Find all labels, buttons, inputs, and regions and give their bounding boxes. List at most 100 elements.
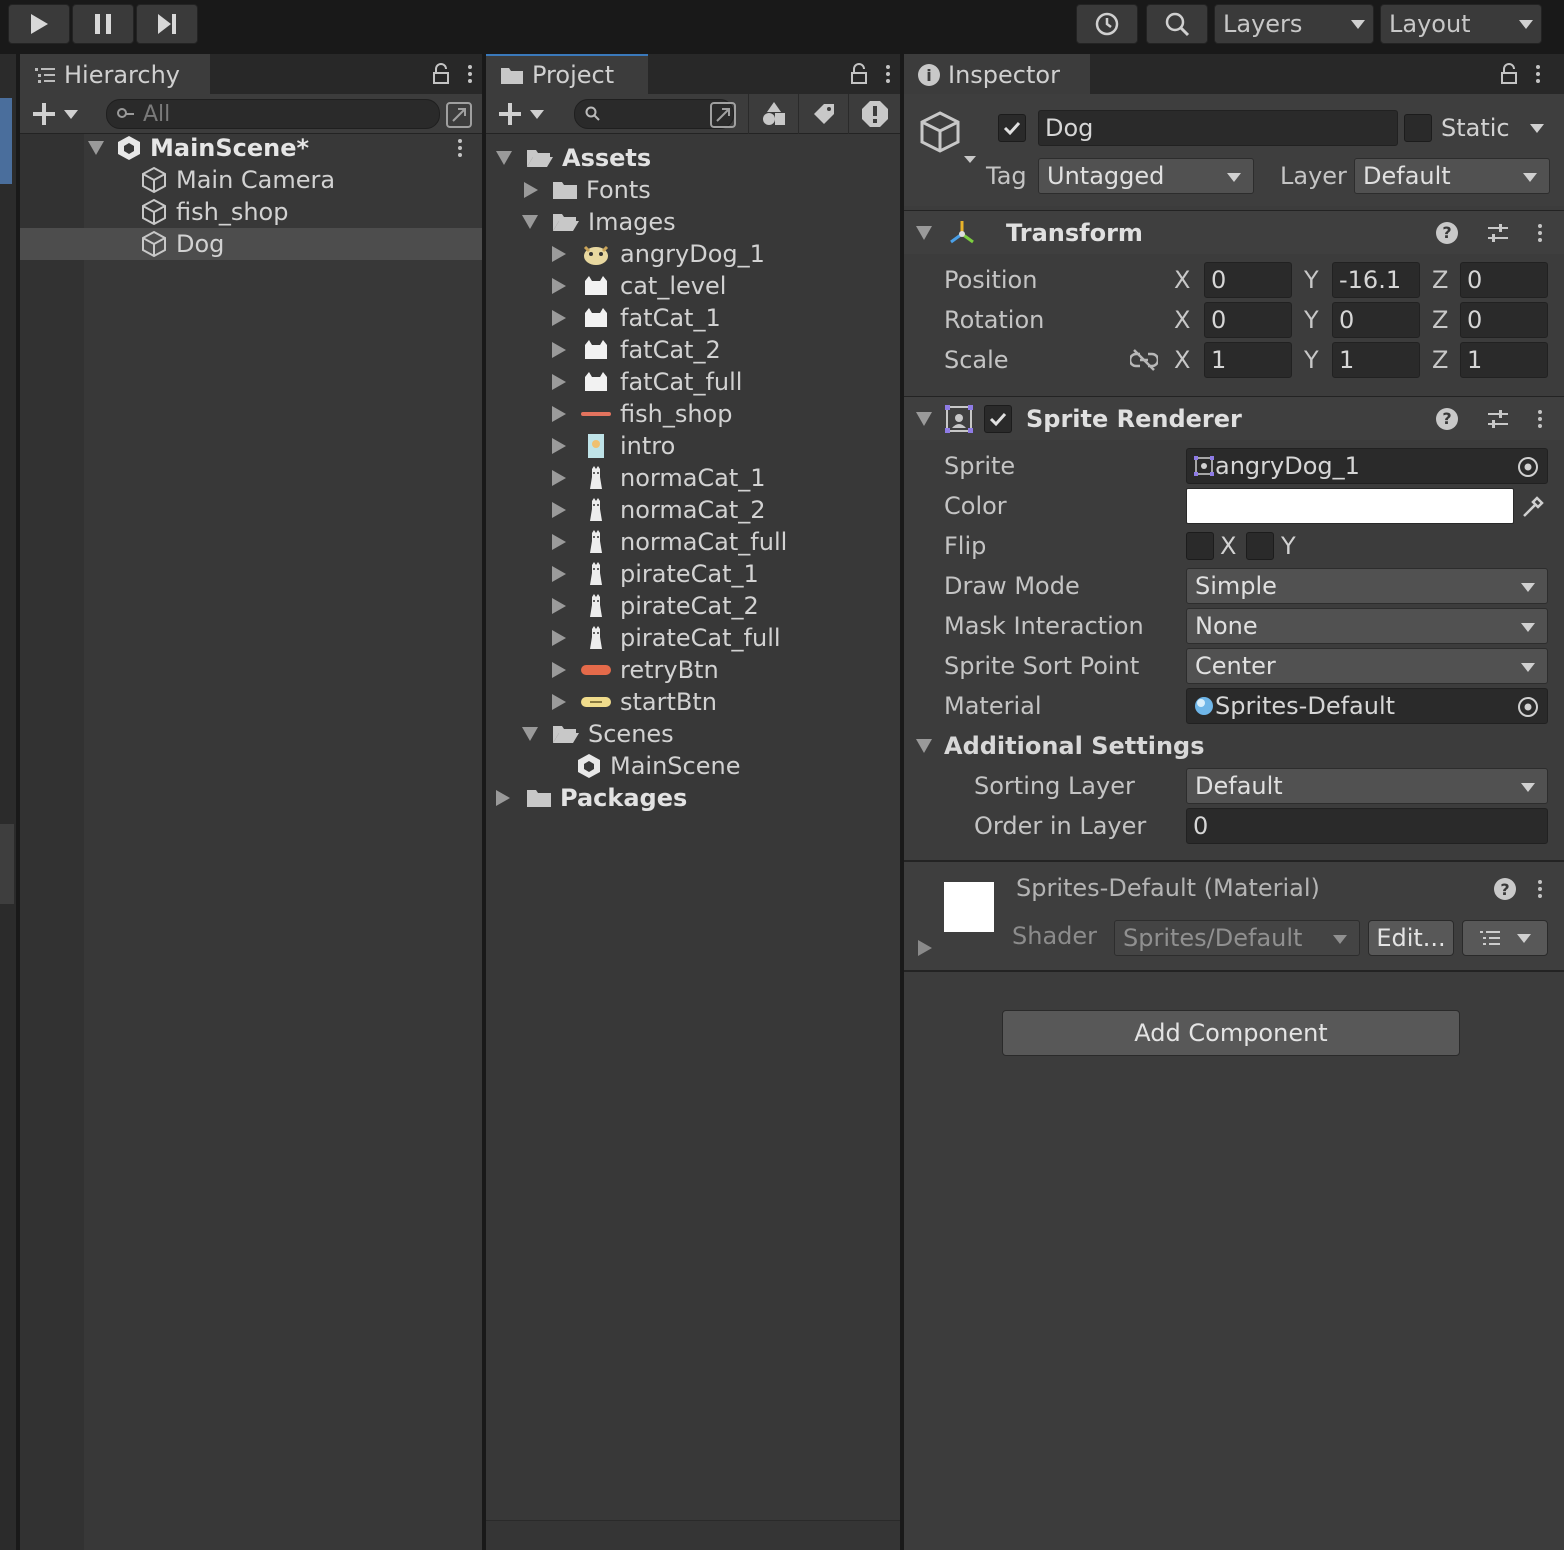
- color-swatch[interactable]: [1186, 488, 1514, 524]
- tab-hierarchy[interactable]: Hierarchy: [20, 54, 210, 94]
- shader-dropdown[interactable]: Sprites/Default: [1114, 920, 1360, 956]
- sorting-layer-dropdown[interactable]: Default: [1186, 768, 1548, 804]
- layout-dropdown[interactable]: Layout: [1380, 4, 1542, 44]
- expand-arrow-icon[interactable]: [552, 598, 566, 614]
- position-z-field[interactable]: 0: [1460, 262, 1548, 298]
- transform-header[interactable]: Transform ?: [904, 210, 1564, 254]
- expand-arrow-icon[interactable]: [522, 727, 538, 741]
- folder-images[interactable]: Images: [522, 206, 676, 238]
- static-dropdown-icon[interactable]: [1530, 124, 1544, 133]
- scene-visibility-icon[interactable]: [446, 102, 472, 128]
- image-asset-angrydog-1[interactable]: angryDog_1: [552, 238, 765, 270]
- create-asset-dropdown[interactable]: [498, 102, 544, 126]
- sprite-renderer-enabled-checkbox[interactable]: [984, 404, 1012, 433]
- more-options-icon[interactable]: [886, 65, 890, 83]
- expand-arrow-icon[interactable]: [552, 278, 566, 294]
- draw-mode-dropdown[interactable]: Simple: [1186, 568, 1548, 604]
- hierarchy-item-main-camera[interactable]: Main Camera: [20, 164, 482, 196]
- image-asset-fatcat-1[interactable]: fatCat_1: [552, 302, 721, 334]
- shader-edit-button[interactable]: Edit...: [1368, 920, 1454, 956]
- expand-arrow-icon[interactable]: [522, 215, 538, 229]
- side-collapsed-tab[interactable]: [0, 824, 14, 904]
- lock-icon[interactable]: [1500, 63, 1518, 85]
- expand-arrow-icon[interactable]: [552, 534, 566, 550]
- material-foldout-arrow-icon[interactable]: [918, 940, 932, 956]
- flip-x-checkbox[interactable]: [1186, 532, 1214, 560]
- expand-arrow-icon[interactable]: [552, 310, 566, 326]
- image-asset-piratecat-2[interactable]: pirateCat_2: [552, 590, 759, 622]
- order-in-layer-field[interactable]: 0: [1186, 808, 1548, 844]
- lock-icon[interactable]: [432, 63, 450, 85]
- sprite-renderer-header[interactable]: Sprite Renderer ?: [904, 396, 1564, 440]
- more-options-icon[interactable]: [1538, 409, 1542, 428]
- search-button[interactable]: [1146, 4, 1208, 44]
- image-asset-fish-shop[interactable]: fish_shop: [552, 398, 732, 430]
- expand-arrow-icon[interactable]: [552, 630, 566, 646]
- tag-dropdown[interactable]: Untagged: [1038, 158, 1254, 194]
- help-icon[interactable]: ?: [1436, 407, 1458, 430]
- expand-arrow-icon[interactable]: [552, 246, 566, 262]
- tab-project[interactable]: Project: [486, 54, 648, 94]
- expand-arrow-icon[interactable]: [552, 662, 566, 678]
- gameobject-cube-icon[interactable]: [918, 110, 978, 166]
- image-asset-normacat-1[interactable]: normaCat_1: [552, 462, 766, 494]
- image-asset-piratecat-full[interactable]: pirateCat_full: [552, 622, 781, 654]
- sprite-sort-point-dropdown[interactable]: Center: [1186, 648, 1548, 684]
- expand-arrow-icon[interactable]: [552, 374, 566, 390]
- mask-interaction-dropdown[interactable]: None: [1186, 608, 1548, 644]
- folder-scenes[interactable]: Scenes: [522, 718, 674, 750]
- static-checkbox[interactable]: [1404, 114, 1432, 142]
- expand-arrow-icon[interactable]: [552, 502, 566, 518]
- scene-row[interactable]: MainScene*: [20, 132, 482, 164]
- more-options-icon[interactable]: [1538, 223, 1542, 242]
- folder-packages[interactable]: Packages: [496, 782, 687, 814]
- tab-inspector[interactable]: i Inspector: [904, 54, 1090, 94]
- expand-arrow-icon[interactable]: [552, 438, 566, 454]
- material-object-field[interactable]: Sprites-Default: [1186, 688, 1548, 724]
- hierarchy-item-dog[interactable]: Dog: [20, 228, 482, 260]
- step-button[interactable]: [136, 4, 198, 44]
- expand-arrow-icon[interactable]: [552, 470, 566, 486]
- expand-arrow-icon[interactable]: [524, 182, 538, 198]
- shader-options-dropdown[interactable]: [1462, 920, 1548, 956]
- expand-arrow-icon[interactable]: [552, 406, 566, 422]
- foldout-arrow-icon[interactable]: [916, 225, 932, 240]
- pause-button[interactable]: [72, 4, 134, 44]
- image-asset-intro[interactable]: intro: [552, 430, 675, 462]
- image-asset-piratecat-1[interactable]: pirateCat_1: [552, 558, 759, 590]
- expand-arrow-icon[interactable]: [552, 342, 566, 358]
- more-options-icon[interactable]: [468, 65, 472, 83]
- position-y-field[interactable]: -16.1: [1332, 262, 1420, 298]
- folder-assets[interactable]: Assets: [496, 142, 651, 174]
- image-asset-fatcat-2[interactable]: fatCat_2: [552, 334, 721, 366]
- scene-visibility-icon[interactable]: [710, 102, 736, 128]
- constrain-proportions-icon[interactable]: [1130, 348, 1158, 372]
- search-by-type-button[interactable]: [748, 94, 798, 134]
- scale-y-field[interactable]: 1: [1332, 342, 1420, 378]
- object-name-field[interactable]: Dog: [1038, 110, 1398, 146]
- scale-z-field[interactable]: 1: [1460, 342, 1548, 378]
- position-x-field[interactable]: 0: [1204, 262, 1292, 298]
- create-dropdown[interactable]: [32, 102, 78, 126]
- more-options-icon[interactable]: [1536, 65, 1540, 83]
- scale-x-field[interactable]: 1: [1204, 342, 1292, 378]
- foldout-arrow-icon[interactable]: [916, 411, 932, 426]
- active-checkbox[interactable]: [998, 114, 1026, 142]
- image-asset-normacat-2[interactable]: normaCat_2: [552, 494, 766, 526]
- object-picker-icon[interactable]: [1517, 696, 1539, 718]
- play-button[interactable]: [8, 4, 70, 44]
- hierarchy-item-fish-shop[interactable]: fish_shop: [20, 196, 482, 228]
- presets-icon[interactable]: [1486, 408, 1510, 430]
- rotation-x-field[interactable]: 0: [1204, 302, 1292, 338]
- add-component-button[interactable]: Add Component: [1002, 1010, 1460, 1056]
- sprite-object-field[interactable]: angryDog_1: [1186, 448, 1548, 484]
- expand-arrow-icon[interactable]: [496, 151, 512, 165]
- scene-more-icon[interactable]: [458, 139, 462, 157]
- folder-fonts[interactable]: Fonts: [524, 174, 651, 206]
- history-button[interactable]: [1076, 4, 1138, 44]
- image-asset-cat-level[interactable]: cat_level: [552, 270, 726, 302]
- rotation-z-field[interactable]: 0: [1460, 302, 1548, 338]
- help-icon[interactable]: ?: [1494, 878, 1516, 900]
- additional-settings-foldout[interactable]: Additional Settings: [916, 732, 1205, 760]
- image-asset-startbtn[interactable]: startBtn: [552, 686, 717, 718]
